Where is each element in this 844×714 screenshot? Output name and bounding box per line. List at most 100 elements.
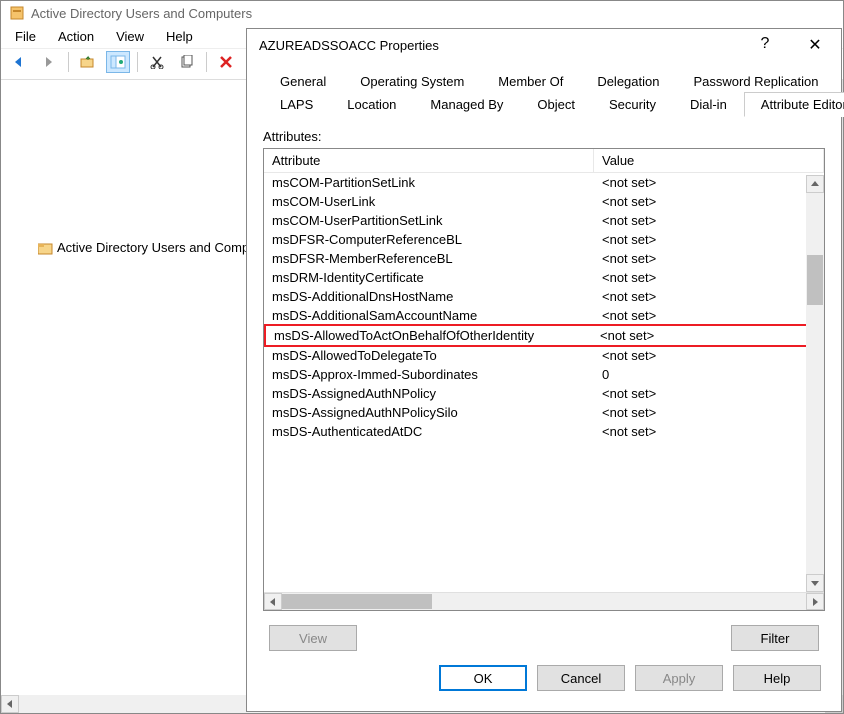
attribute-name: msCOM-PartitionSetLink xyxy=(264,174,594,191)
dialog-button-row: OK Cancel Apply Help xyxy=(263,655,825,693)
hscroll-track[interactable] xyxy=(432,593,806,610)
attribute-name: msCOM-UserPartitionSetLink xyxy=(264,212,594,229)
close-icon[interactable]: ✕ xyxy=(801,35,829,55)
list-header: Attribute Value xyxy=(264,149,824,173)
tab-member-of[interactable]: Member Of xyxy=(481,69,580,93)
scroll-up-icon[interactable] xyxy=(806,175,824,193)
attribute-value: <not set> xyxy=(594,423,824,440)
attribute-row[interactable]: msDFSR-MemberReferenceBL<not set> xyxy=(264,249,824,268)
attributes-hscroll[interactable] xyxy=(264,592,824,610)
attribute-row[interactable]: msDS-AllowedToDelegateTo<not set> xyxy=(264,346,824,365)
aduc-title-text: Active Directory Users and Computers xyxy=(31,6,252,21)
attributes-list[interactable]: Attribute Value msCOM-PartitionSetLink<n… xyxy=(263,148,825,611)
attribute-value: 0 xyxy=(594,366,824,383)
attribute-value: <not set> xyxy=(594,385,824,402)
show-hide-tree-button[interactable] xyxy=(106,51,130,73)
tab-attribute-editor[interactable]: Attribute Editor xyxy=(744,92,844,117)
attribute-row[interactable]: msDS-AuthenticatedAtDC<not set> xyxy=(264,422,824,441)
attribute-row[interactable]: msDS-AssignedAuthNPolicy<not set> xyxy=(264,384,824,403)
menu-action[interactable]: Action xyxy=(48,27,104,46)
attribute-row[interactable]: msDFSR-ComputerReferenceBL<not set> xyxy=(264,230,824,249)
aduc-root-icon xyxy=(38,241,54,255)
help-icon[interactable]: ? xyxy=(751,35,779,55)
view-button[interactable]: View xyxy=(269,625,357,651)
apply-button[interactable]: Apply xyxy=(635,665,723,691)
attribute-name: msDFSR-ComputerReferenceBL xyxy=(264,231,594,248)
attribute-row[interactable]: msDS-AdditionalSamAccountName<not set> xyxy=(264,306,824,325)
tab-location[interactable]: Location xyxy=(330,92,413,117)
attribute-name: msCOM-UserLink xyxy=(264,193,594,210)
col-header-attribute[interactable]: Attribute xyxy=(264,149,594,172)
toolbar-sep xyxy=(68,52,69,72)
attribute-row[interactable]: msDRM-IdentityCertificate<not set> xyxy=(264,268,824,287)
menu-help[interactable]: Help xyxy=(156,27,203,46)
app-icon xyxy=(9,5,25,21)
attribute-value: <not set> xyxy=(594,250,824,267)
properties-title-text: AZUREADSSOACC Properties xyxy=(259,38,439,53)
toolbar-sep2 xyxy=(137,52,138,72)
filter-button[interactable]: Filter xyxy=(731,625,819,651)
attribute-row[interactable]: msDS-AllowedToActOnBehalfOfOtherIdentity… xyxy=(264,324,818,347)
attribute-value: <not set> xyxy=(594,347,824,364)
tab-operating-system[interactable]: Operating System xyxy=(343,69,481,93)
properties-content: GeneralOperating SystemMember OfDelegati… xyxy=(247,61,841,705)
attribute-value: <not set> xyxy=(594,212,824,229)
ok-button[interactable]: OK xyxy=(439,665,527,691)
attribute-name: msDS-AdditionalSamAccountName xyxy=(264,307,594,324)
attribute-row[interactable]: msDS-AssignedAuthNPolicySilo<not set> xyxy=(264,403,824,422)
attribute-value: <not set> xyxy=(594,269,824,286)
attribute-value: <not set> xyxy=(594,231,824,248)
attribute-editor-panel: Attributes: Attribute Value msCOM-Partit… xyxy=(263,117,825,655)
tab-laps[interactable]: LAPS xyxy=(263,92,330,117)
attribute-name: msDFSR-MemberReferenceBL xyxy=(264,250,594,267)
tab-managed-by[interactable]: Managed By xyxy=(413,92,520,117)
back-button[interactable] xyxy=(7,51,31,73)
attributes-vscroll[interactable] xyxy=(806,175,824,592)
tab-dial-in[interactable]: Dial-in xyxy=(673,92,744,117)
attribute-value: <not set> xyxy=(594,288,824,305)
help-button[interactable]: Help xyxy=(733,665,821,691)
list-button-row: View Filter xyxy=(263,611,825,655)
scroll-right-icon[interactable] xyxy=(806,593,824,610)
attribute-name: msDS-AssignedAuthNPolicy xyxy=(264,385,594,402)
cut-button[interactable] xyxy=(145,51,169,73)
properties-titlebar: AZUREADSSOACC Properties ? ✕ xyxy=(247,29,841,61)
attribute-value: <not set> xyxy=(594,174,824,191)
attribute-row[interactable]: msCOM-UserPartitionSetLink<not set> xyxy=(264,211,824,230)
attribute-name: msDS-AuthenticatedAtDC xyxy=(264,423,594,440)
attribute-name: msDS-Approx-Immed-Subordinates xyxy=(264,366,594,383)
copy-button[interactable] xyxy=(175,51,199,73)
col-header-value[interactable]: Value xyxy=(594,149,824,172)
list-rows[interactable]: msCOM-PartitionSetLink<not set>msCOM-Use… xyxy=(264,173,824,592)
up-folder-button[interactable] xyxy=(76,51,100,73)
forward-button[interactable] xyxy=(37,51,61,73)
attribute-value: <not set> xyxy=(592,327,816,344)
attribute-value: <not set> xyxy=(594,404,824,421)
hscroll-thumb[interactable] xyxy=(282,594,432,609)
attribute-row[interactable]: msCOM-PartitionSetLink<not set> xyxy=(264,173,824,192)
menu-file[interactable]: File xyxy=(5,27,46,46)
tab-strip: GeneralOperating SystemMember OfDelegati… xyxy=(263,69,825,117)
tab-security[interactable]: Security xyxy=(592,92,673,117)
attribute-name: msDS-AssignedAuthNPolicySilo xyxy=(264,404,594,421)
scroll-left-icon[interactable] xyxy=(264,593,282,610)
cancel-button[interactable]: Cancel xyxy=(537,665,625,691)
scroll-left-icon[interactable] xyxy=(1,695,19,713)
attribute-value: <not set> xyxy=(594,307,824,324)
tab-general[interactable]: General xyxy=(263,69,343,93)
attribute-name: msDS-AdditionalDnsHostName xyxy=(264,288,594,305)
menu-view[interactable]: View xyxy=(106,27,154,46)
attributes-label: Attributes: xyxy=(263,129,825,144)
attribute-value: <not set> xyxy=(594,193,824,210)
vscroll-thumb[interactable] xyxy=(807,255,823,305)
tree-root-label: Active Directory Users and Computers xyxy=(57,240,278,255)
attribute-row[interactable]: msCOM-UserLink<not set> xyxy=(264,192,824,211)
attribute-row[interactable]: msDS-Approx-Immed-Subordinates0 xyxy=(264,365,824,384)
delete-button[interactable] xyxy=(214,51,238,73)
tab-object[interactable]: Object xyxy=(520,92,592,117)
scroll-down-icon[interactable] xyxy=(806,574,824,592)
attribute-row[interactable]: msDS-AdditionalDnsHostName<not set> xyxy=(264,287,824,306)
attribute-name: msDS-AllowedToDelegateTo xyxy=(264,347,594,364)
tab-delegation[interactable]: Delegation xyxy=(580,69,676,93)
tab-password-replication[interactable]: Password Replication xyxy=(676,69,835,93)
